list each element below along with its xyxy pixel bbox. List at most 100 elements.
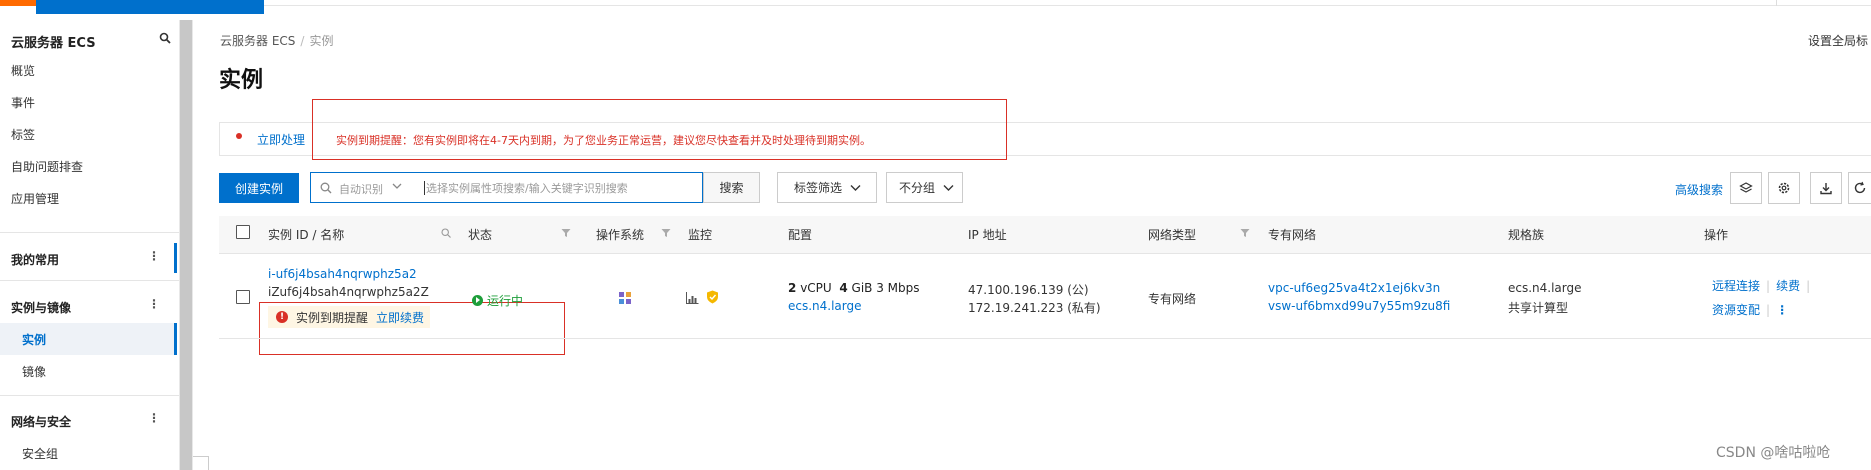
column-header-os: 操作系统 [596, 228, 645, 242]
filter-icon[interactable] [561, 228, 571, 238]
sidebar-divider [0, 280, 179, 281]
page-title: 实例 [219, 68, 264, 93]
search-bar[interactable]: 自动识别 [310, 172, 703, 203]
sidebar-divider [0, 395, 179, 396]
row-actions: 远程连接 | 续费 | [1712, 277, 1816, 294]
sidebar-item-instances[interactable]: 实例 [22, 331, 46, 348]
search-icon[interactable] [159, 32, 171, 44]
filter-icon[interactable] [661, 228, 671, 238]
handle-now-link[interactable]: 立即处理 [257, 131, 305, 148]
family-name: 共享计算型 [1508, 301, 1569, 315]
breadcrumb-separator: / [300, 34, 305, 48]
more-icon[interactable]: ⋮ [148, 249, 160, 263]
sidebar-title: 云服务器 ECS [11, 36, 96, 51]
vpc-link[interactable]: vpc-uf6eg25va4t2x1ej6kv3n [1268, 281, 1440, 295]
create-instance-button[interactable]: 创建实例 [219, 173, 299, 203]
change-config-link[interactable]: 资源变配 [1712, 303, 1760, 317]
layers-icon [1739, 182, 1753, 193]
search-button[interactable]: 搜索 [703, 172, 760, 203]
shield-icon[interactable] [706, 290, 719, 304]
chart-icon[interactable] [686, 292, 699, 304]
public-ip: 47.100.196.139 (公) [968, 283, 1089, 297]
vswitch-link[interactable]: vsw-uf6bmxd99u7y55m9zu8fi [1268, 299, 1450, 313]
row-actions-second: 资源变配 | ⋮ [1712, 301, 1788, 318]
text-cursor [424, 181, 425, 195]
settings-button[interactable] [1768, 172, 1800, 204]
column-header-actions: 操作 [1704, 228, 1729, 242]
instance-id-link[interactable]: i-uf6j4bsah4nqrwphz5a2 [268, 267, 417, 281]
family-spec: ecs.n4.large [1508, 281, 1582, 295]
top-navbar [0, 0, 1871, 6]
sidebar-group-instances-images[interactable]: 实例与镜像 [11, 299, 71, 316]
top-menu-tab[interactable] [36, 0, 264, 14]
column-header-config: 配置 [788, 228, 813, 242]
refresh-icon [1854, 181, 1866, 194]
sidebar-item-tags[interactable]: 标签 [11, 126, 35, 143]
instance-type-link[interactable]: ecs.n4.large [788, 299, 862, 313]
brand-strip [0, 0, 38, 6]
filter-icon[interactable] [1240, 228, 1250, 238]
sidebar-group-favorites[interactable]: 我的常用 [11, 251, 59, 268]
memory-count: 4 [839, 281, 848, 295]
alert-dot-icon [236, 133, 242, 139]
breadcrumb: 云服务器 ECS / 实例 [220, 32, 333, 49]
action-separator: | [1766, 303, 1771, 317]
layers-button[interactable] [1730, 172, 1762, 204]
search-mode-select[interactable]: 自动识别 [339, 181, 383, 197]
renew-link[interactable]: 续费 [1776, 279, 1800, 293]
private-ip: 172.19.241.223 (私有) [968, 301, 1101, 315]
select-all-checkbox[interactable] [236, 225, 250, 239]
row-divider [219, 338, 1871, 339]
scrollbar-thumb[interactable] [180, 20, 192, 470]
memory-bandwidth: GiB 3 Mbps [851, 281, 920, 295]
sidebar-item-overview[interactable]: 概览 [11, 62, 35, 79]
export-button[interactable] [1810, 172, 1842, 204]
group-dropdown[interactable]: 不分组 [886, 172, 963, 203]
more-icon[interactable]: ⋮ [148, 297, 160, 311]
topbar-separator [1776, 0, 1777, 6]
advanced-search-link[interactable]: 高级搜索 [1675, 181, 1723, 198]
panel-corner [193, 456, 209, 470]
column-header-vpc: 专有网络 [1268, 228, 1317, 242]
more-icon[interactable]: ⋮ [148, 411, 160, 425]
sidebar-scroll-indicator [174, 243, 177, 273]
play-icon [472, 295, 483, 306]
status-running: 运行中 [472, 292, 523, 309]
sidebar-group-network-security[interactable]: 网络与安全 [11, 413, 71, 430]
remote-connect-link[interactable]: 远程连接 [1712, 279, 1760, 293]
breadcrumb-ecs[interactable]: 云服务器 ECS [220, 34, 295, 48]
search-icon [320, 182, 332, 194]
global-settings-link[interactable]: 设置全局标 [1808, 32, 1868, 49]
refresh-button[interactable] [1848, 172, 1871, 204]
action-separator: | [1806, 279, 1811, 293]
row-checkbox[interactable] [236, 290, 250, 304]
highlight-box [312, 99, 1007, 160]
search-icon[interactable] [441, 228, 451, 238]
chevron-down-icon[interactable] [392, 181, 402, 191]
highlight-box [259, 302, 565, 355]
group-label: 不分组 [899, 181, 936, 195]
sidebar-divider [0, 232, 179, 233]
chevron-down-icon [943, 184, 954, 191]
tag-filter-dropdown[interactable]: 标签筛选 [777, 172, 877, 203]
column-header-monitor: 监控 [688, 228, 713, 242]
vcpu-count: 2 [788, 281, 797, 295]
gear-icon [1778, 182, 1790, 194]
instance-name: iZuf6j4bsah4nqrwphz5a2Z [268, 285, 429, 299]
sidebar-item-app-management[interactable]: 应用管理 [11, 190, 59, 207]
column-header-status: 状态 [468, 228, 493, 242]
breadcrumb-current: 实例 [309, 34, 334, 48]
os-icon [619, 292, 631, 304]
sidebar-item-events[interactable]: 事件 [11, 94, 35, 111]
watermark: CSDN @啥咕啦呛 [1716, 445, 1831, 461]
table-header [219, 216, 1871, 254]
search-input[interactable] [426, 177, 696, 199]
instance-spec: 2 vCPU 4 GiB 3 Mbps [788, 281, 919, 295]
more-actions-icon[interactable]: ⋮ [1776, 303, 1788, 317]
sidebar-item-images[interactable]: 镜像 [22, 363, 46, 380]
sidebar-scrollbar[interactable] [179, 20, 193, 470]
sidebar-item-security-groups[interactable]: 安全组 [22, 445, 58, 462]
column-header-network-type: 网络类型 [1148, 228, 1197, 242]
vcpu-unit: vCPU [800, 281, 832, 295]
sidebar-item-troubleshoot[interactable]: 自助问题排查 [11, 158, 83, 175]
